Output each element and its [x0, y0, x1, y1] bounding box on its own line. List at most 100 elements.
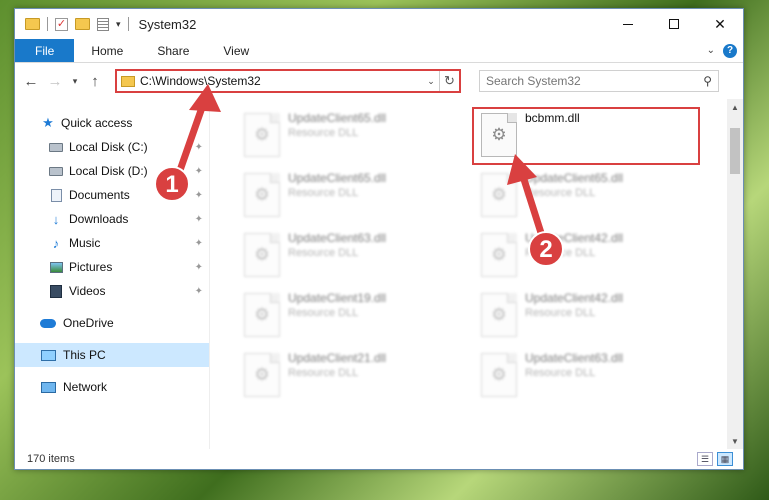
pin-icon[interactable]: ✦	[195, 190, 203, 201]
customize-toolbar-icon[interactable]: ▾	[116, 19, 121, 30]
sidebar-item-this-pc[interactable]: This PC	[15, 343, 209, 367]
file-type: Resource DLL	[525, 367, 596, 379]
file-item[interactable]: ⚙ UpdateClient65.dll Resource DLL	[238, 169, 453, 219]
dll-file-icon: ⚙	[481, 173, 517, 217]
dll-file-icon: ⚙	[481, 233, 517, 277]
main-area: ★ Quick access Local Disk (C:) ✦ Local D…	[15, 99, 743, 449]
sidebar-item-downloads[interactable]: ↓ Downloads ✦	[15, 207, 209, 231]
file-item[interactable]: ⚙ UpdateClient19.dll Resource DLL	[238, 289, 453, 339]
sidebar-item-label: Videos	[69, 284, 106, 298]
folder-icon[interactable]	[25, 18, 40, 30]
scroll-thumb[interactable]	[730, 128, 740, 174]
file-name: UpdateClient65.dll	[288, 111, 387, 125]
file-type: Resource DLL	[525, 247, 596, 259]
sidebar-item-music[interactable]: ♪ Music ✦	[15, 231, 209, 255]
minimize-icon	[623, 23, 633, 25]
file-type: Resource DLL	[525, 307, 596, 319]
scroll-up-icon[interactable]: ▲	[727, 99, 743, 115]
file-item[interactable]: ⚙ UpdateClient42.dll Resource DLL	[475, 229, 690, 279]
drive-icon	[49, 140, 63, 154]
forward-arrow-icon[interactable]: →	[45, 70, 65, 92]
pin-icon[interactable]: ✦	[195, 286, 203, 297]
file-name: UpdateClient42.dll	[525, 231, 624, 245]
address-bar[interactable]: C:\Windows\System32 ⌄ ↻	[115, 69, 461, 93]
properties-check-icon[interactable]: ✓	[55, 17, 68, 31]
sidebar-item-pictures[interactable]: Pictures ✦	[15, 255, 209, 279]
network-icon	[39, 380, 57, 394]
expand-ribbon-icon[interactable]: ⌄	[707, 45, 715, 56]
sidebar-item-documents[interactable]: Documents ✦	[15, 183, 209, 207]
close-button[interactable]: ✕	[697, 9, 743, 39]
navigation-bar: ← → ▾ ↑ C:\Windows\System32 ⌄ ↻ ⚲	[15, 63, 743, 99]
properties-icon[interactable]	[97, 17, 109, 31]
help-icon[interactable]: ?	[723, 43, 737, 58]
ribbon-right: ⌄ ?	[707, 39, 743, 62]
status-bar: 170 items ☰ ▦	[15, 449, 743, 469]
file-list: ⚙ UpdateClient65.dll Resource DLL ⚙ Updat…	[210, 99, 743, 449]
file-item[interactable]: ⚙ UpdateClient21.dll Resource DLL	[238, 349, 453, 399]
file-name: UpdateClient63.dll	[525, 351, 624, 365]
sidebar-item-network[interactable]: Network	[15, 375, 209, 399]
file-type: Resource DLL	[288, 367, 359, 379]
address-dropdown-icon[interactable]: ⌄	[423, 76, 439, 87]
sidebar-item-onedrive[interactable]: OneDrive	[15, 311, 209, 335]
new-folder-icon[interactable]	[75, 18, 90, 30]
up-arrow-icon[interactable]: ↑	[85, 70, 105, 92]
window-controls: ✕	[605, 9, 743, 39]
pin-icon[interactable]: ✦	[195, 142, 203, 153]
dll-file-icon: ⚙	[244, 173, 280, 217]
tab-share[interactable]: Share	[140, 39, 206, 62]
videos-icon	[49, 284, 63, 298]
dll-file-icon: ⚙	[244, 353, 280, 397]
back-arrow-icon[interactable]: ←	[21, 70, 41, 92]
file-name: UpdateClient65.dll	[288, 171, 387, 185]
file-item[interactable]: ⚙ UpdateClient63.dll Resource DLL	[475, 349, 690, 399]
address-path[interactable]: C:\Windows\System32	[140, 74, 423, 88]
vertical-scrollbar[interactable]: ▲ ▼	[727, 99, 743, 449]
toolbar-divider	[127, 17, 129, 31]
maximize-button[interactable]	[651, 9, 697, 39]
minimize-button[interactable]	[605, 9, 651, 39]
file-item[interactable]: ⚙ UpdateClient42.dll Resource DLL	[475, 289, 690, 339]
details-view-icon[interactable]: ☰	[697, 452, 713, 466]
download-icon: ↓	[52, 211, 60, 227]
explorer-window: ✓ ▾ System32 ✕ File Home Share View ⌄ ? …	[14, 8, 744, 470]
search-box[interactable]: ⚲	[479, 70, 719, 92]
sidebar-item-label: This PC	[63, 348, 106, 362]
pin-icon[interactable]: ✦	[195, 166, 203, 177]
file-name: UpdateClient19.dll	[288, 291, 387, 305]
tab-file[interactable]: File	[15, 39, 75, 62]
pin-icon[interactable]: ✦	[195, 262, 203, 273]
ribbon-tabs: File Home Share View ⌄ ?	[15, 39, 743, 63]
dll-file-icon: ⚙	[244, 233, 280, 277]
file-item[interactable]: ⚙ UpdateClient65.dll Resource DLL	[238, 109, 453, 159]
tiles-view-icon[interactable]: ▦	[717, 452, 733, 466]
tab-home[interactable]: Home	[74, 39, 140, 62]
refresh-icon[interactable]: ↻	[439, 71, 459, 91]
computer-icon	[39, 348, 57, 362]
close-icon: ✕	[714, 15, 726, 32]
search-icon[interactable]: ⚲	[703, 74, 712, 88]
navigation-pane: ★ Quick access Local Disk (C:) ✦ Local D…	[15, 99, 210, 449]
file-name: UpdateClient42.dll	[525, 291, 624, 305]
file-name: UpdateClient65.dll	[525, 171, 624, 185]
search-input[interactable]	[486, 74, 704, 88]
file-item[interactable]: ⚙ UpdateClient65.dll Resource DLL	[475, 169, 690, 219]
file-type: Resource DLL	[288, 307, 359, 319]
quick-access-toolbar: ✓ ▾	[25, 17, 129, 31]
sidebar-item-videos[interactable]: Videos ✦	[15, 279, 209, 303]
sidebar-item-local-disk-c[interactable]: Local Disk (C:) ✦	[15, 135, 209, 159]
file-item[interactable]: ⚙ UpdateClient63.dll Resource DLL	[238, 229, 453, 279]
tab-view[interactable]: View	[206, 39, 266, 62]
file-type: Resource DLL	[288, 247, 359, 259]
sidebar-item-label: OneDrive	[63, 316, 114, 330]
sidebar-item-quick-access[interactable]: ★ Quick access	[15, 111, 209, 135]
scroll-down-icon[interactable]: ▼	[727, 433, 743, 449]
file-highlight-box	[472, 107, 700, 165]
recent-locations-icon[interactable]: ▾	[69, 70, 81, 92]
pin-icon[interactable]: ✦	[195, 238, 203, 249]
toolbar-divider	[47, 17, 48, 31]
pin-icon[interactable]: ✦	[195, 214, 203, 225]
sidebar-item-local-disk-d[interactable]: Local Disk (D:) ✦	[15, 159, 209, 183]
dll-file-icon: ⚙	[481, 353, 517, 397]
